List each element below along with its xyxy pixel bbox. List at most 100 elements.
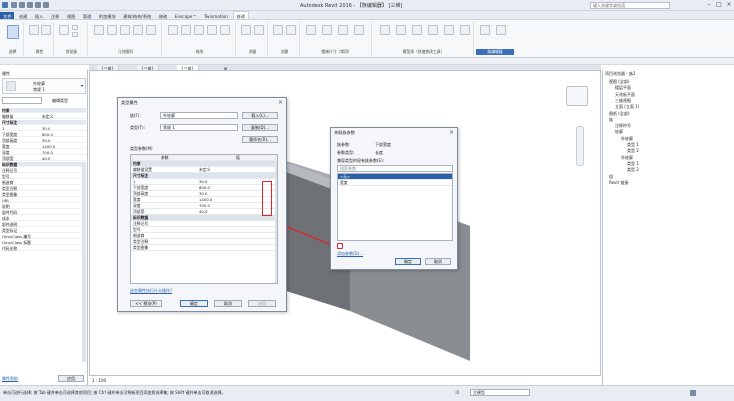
grid-scrollbar[interactable] xyxy=(275,161,277,283)
cut-icon[interactable] xyxy=(72,25,78,30)
select-tool-icon[interactable] xyxy=(7,25,19,39)
properties-row[interactable]: 成本 xyxy=(2,216,86,221)
properties-row[interactable]: 宽度 1400.0 xyxy=(2,144,86,149)
paint-icon[interactable] xyxy=(146,25,156,35)
type-select[interactable]: 常规 1 xyxy=(160,124,238,131)
dimension-icon[interactable] xyxy=(254,25,264,35)
properties-row[interactable]: 代码名称 xyxy=(2,246,86,251)
ok-button[interactable]: 确定 xyxy=(395,258,421,265)
undo-icon[interactable] xyxy=(27,2,33,8)
edit-type-button[interactable]: 编辑类型 xyxy=(52,98,68,104)
properties-row[interactable]: 部件代码 xyxy=(2,210,86,215)
preview-button[interactable]: << 预览(P) xyxy=(130,300,162,307)
properties-row[interactable]: 类型注释 xyxy=(2,186,86,191)
offset-icon[interactable] xyxy=(181,25,191,35)
apply-button[interactable]: 应用 xyxy=(58,375,84,382)
instance-filter[interactable] xyxy=(2,97,42,104)
align-icon[interactable] xyxy=(168,25,178,35)
tab-twinmotion[interactable]: Twinmotion xyxy=(201,12,231,19)
join-icon[interactable] xyxy=(120,25,130,35)
close-icon[interactable]: × xyxy=(449,129,454,136)
copy-icon[interactable] xyxy=(72,32,78,37)
design-option-select[interactable]: 主模型 xyxy=(470,389,530,396)
filter-icon[interactable] xyxy=(690,390,696,396)
tab-manage[interactable]: 管理 xyxy=(80,12,94,19)
properties-row[interactable]: 类型图像 xyxy=(2,192,86,197)
navigation-bar[interactable] xyxy=(576,126,584,166)
stair-run-icon[interactable] xyxy=(338,25,348,35)
create-group-icon[interactable] xyxy=(273,25,283,35)
browser-tree-item[interactable]: 三维视图 xyxy=(615,98,631,104)
family-select[interactable]: 外轮廓 xyxy=(160,112,238,119)
properties-row[interactable]: 深度 700.0 xyxy=(2,150,86,155)
properties-row[interactable]: 说明 xyxy=(2,204,86,209)
stair-landing-icon[interactable] xyxy=(354,25,364,35)
stair-width-icon[interactable] xyxy=(322,25,332,35)
cancel-button[interactable]: 取消 xyxy=(214,300,242,307)
create-similar-icon[interactable] xyxy=(286,25,296,35)
close-icon[interactable]: × xyxy=(724,1,734,9)
properties-section[interactable]: 尺寸标注 xyxy=(2,120,86,125)
properties-row[interactable]: OmniClass 编号 xyxy=(2,234,86,239)
type-selector[interactable]: 外轮廓 常规 1 ▾ xyxy=(2,78,86,94)
apply-button[interactable]: 应用 xyxy=(248,300,276,307)
stair-icon[interactable] xyxy=(306,25,316,35)
tab-arch[interactable]: 建筑/结构/系统 xyxy=(120,12,154,19)
help-link[interactable]: 这些属性执行什么操作? xyxy=(130,288,172,294)
minimize-icon[interactable]: – xyxy=(704,1,714,9)
ok-button[interactable]: 确定 xyxy=(180,300,208,307)
browser-tree-item[interactable]: 外轮廓 xyxy=(621,155,633,161)
rotate-icon[interactable] xyxy=(220,25,230,35)
open-icon[interactable] xyxy=(11,2,17,8)
measure-icon[interactable] xyxy=(241,25,251,35)
family-types-icon[interactable] xyxy=(41,25,51,35)
add-param-link[interactable]: 添加参数(D)... xyxy=(337,251,363,257)
browser-tree-item[interactable]: 图纸 (全部) xyxy=(609,111,629,117)
browser-tree-item[interactable]: 类型 2 xyxy=(627,148,639,154)
properties-row[interactable]: 部件说明 xyxy=(2,222,86,227)
properties-row[interactable]: URL xyxy=(2,198,86,203)
viewcube-icon[interactable] xyxy=(566,86,588,106)
load-and-close-icon[interactable] xyxy=(496,25,506,35)
properties-row[interactable]: 顶部高度 30.0 xyxy=(2,138,86,143)
properties-row[interactable]: 制造商 xyxy=(2,180,86,185)
browser-tree-item[interactable]: 类型 1 xyxy=(627,161,639,167)
redo-icon[interactable] xyxy=(35,2,41,8)
properties-row[interactable]: 顶部宽 40.0 xyxy=(2,156,86,161)
browser-tree-item[interactable]: 族 xyxy=(609,117,613,123)
arc-icon[interactable] xyxy=(396,25,406,35)
move-icon[interactable] xyxy=(207,25,217,35)
grid-row[interactable]: 类型图像 xyxy=(131,245,277,251)
tab-addins[interactable]: 附加模块 xyxy=(96,12,119,19)
circle-icon[interactable] xyxy=(444,25,454,35)
split-face-icon[interactable] xyxy=(133,25,143,35)
tab-insert[interactable]: 插入 xyxy=(32,12,46,19)
tab-annotate[interactable]: 注释 xyxy=(48,12,62,19)
browser-tree-item[interactable]: 组 xyxy=(609,174,613,180)
list-item[interactable]: 宽度 xyxy=(338,180,452,186)
properties-row[interactable]: 1 30.0 xyxy=(2,126,86,131)
properties-section[interactable]: 约束 xyxy=(2,108,86,113)
tab-enscape[interactable]: Enscape™ xyxy=(172,12,200,19)
line-icon[interactable] xyxy=(380,25,390,35)
tab-file[interactable]: 文件 xyxy=(0,12,15,19)
properties-row[interactable]: 注释记号 xyxy=(2,168,86,173)
properties-row[interactable]: 下部宽度 800.0 xyxy=(2,132,86,137)
browser-tree-item[interactable]: 轮廓 xyxy=(615,129,623,135)
tab-modify-active[interactable]: 修改 xyxy=(232,11,249,19)
save-icon[interactable] xyxy=(19,2,25,8)
cancel-button[interactable]: 取消 xyxy=(425,258,451,265)
properties-help-link[interactable]: 属性帮助 xyxy=(2,376,18,382)
spline-icon[interactable] xyxy=(460,25,470,35)
tab-modify[interactable]: 修改 xyxy=(156,12,170,19)
properties-row[interactable]: OmniClass 标题 xyxy=(2,240,86,245)
tab-view[interactable]: 视图 xyxy=(64,12,78,19)
properties-row[interactable]: 偏移量 未定义 xyxy=(2,114,86,119)
param-search-input[interactable]: 搜索参数 xyxy=(337,165,453,172)
view-scale[interactable]: 1 : 100 xyxy=(92,378,106,383)
paste-icon[interactable] xyxy=(59,25,69,35)
rename-button[interactable]: 重命名(R)... xyxy=(242,136,278,143)
properties-section[interactable]: 标识数据 xyxy=(2,162,86,167)
browser-tree-item[interactable]: 外轮廓 xyxy=(621,136,633,142)
browser-tree-item[interactable]: 立面 (立面 1) xyxy=(615,104,639,110)
